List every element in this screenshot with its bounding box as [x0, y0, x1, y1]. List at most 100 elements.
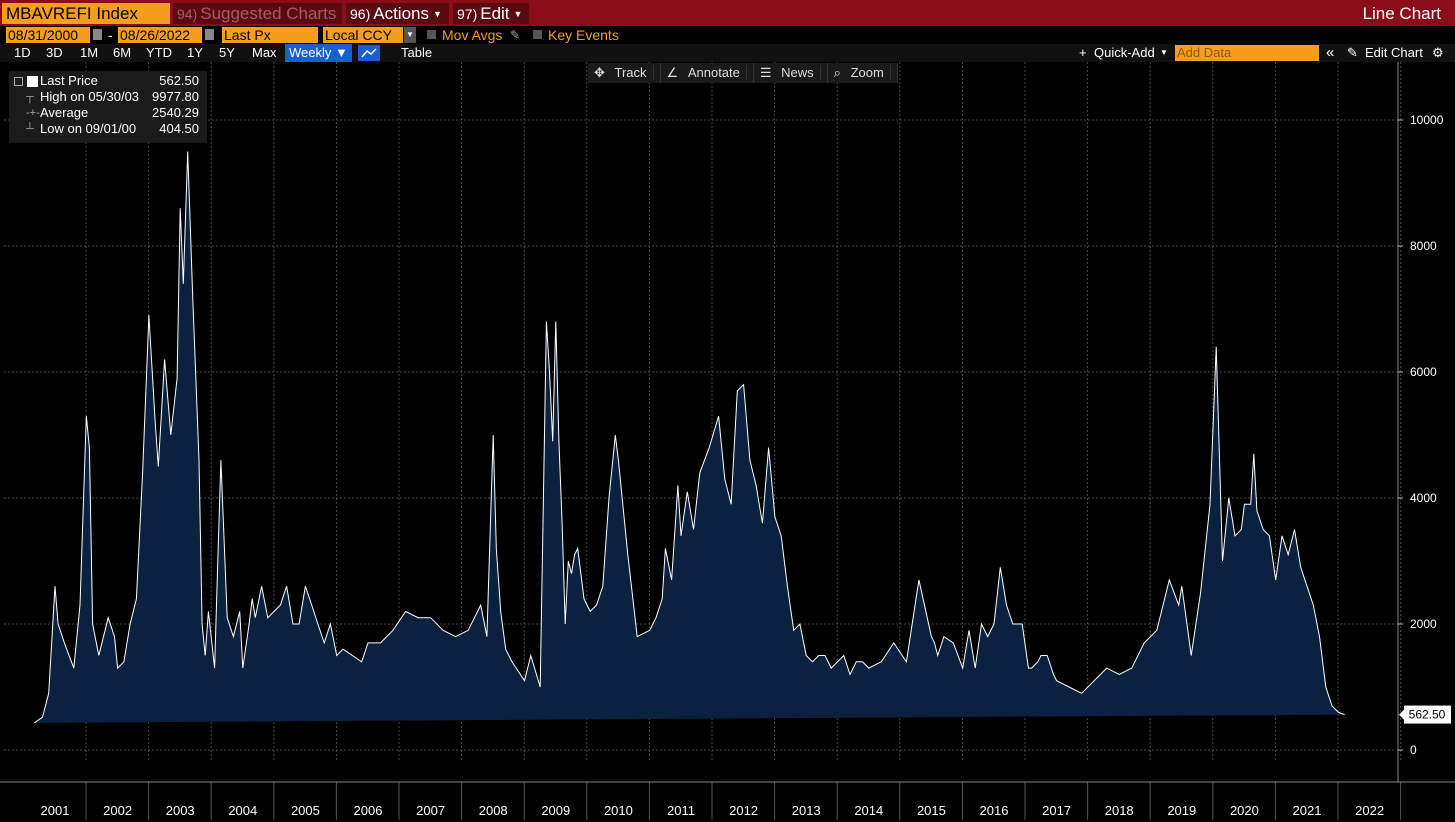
high-label: High on 05/30/03 [40, 89, 140, 104]
chevron-down-icon[interactable]: ▼ [404, 27, 416, 43]
range-row: 1D 3D 1M 6M YTD 1Y 5Y Max Weekly ▼ Table… [0, 44, 1455, 62]
x-tick-label: 2020 [1230, 803, 1259, 818]
high-value: 9977.80 [152, 89, 199, 104]
actions-number: 96) [350, 6, 371, 22]
last-price-label: Last Price [40, 73, 98, 88]
mov-avgs-checkbox[interactable] [427, 30, 436, 39]
last-value-pointer [1399, 709, 1404, 720]
range-ytd[interactable]: YTD [146, 44, 172, 62]
x-tick-label: 2009 [541, 803, 570, 818]
range-5y[interactable]: 5Y [219, 44, 235, 62]
x-tick-label: 2007 [416, 803, 445, 818]
zoom-label: Zoom [844, 65, 891, 80]
y-tick-label: 2000 [1410, 617, 1437, 631]
suggested-charts-number: 94) [177, 6, 198, 22]
x-axis: 2001 2002 2003 2004 2005 2006 2007 2008 2009 2010… [0, 781, 1455, 820]
chart-tools-bar: ✥ Track ∠ Annotate ☰ News ⌕ Zoom [588, 63, 898, 83]
x-tick-label: 2006 [354, 803, 383, 818]
annotate-button[interactable]: ∠ Annotate [661, 63, 754, 83]
edit-button[interactable]: 97) Edit ▼ [453, 3, 529, 24]
suggested-charts-button[interactable]: 94) Suggested Charts [173, 3, 342, 24]
range-6m[interactable]: 6M [113, 44, 131, 62]
x-tick-label: 2012 [729, 803, 758, 818]
average-marker-icon: -+- [26, 107, 40, 119]
y-axis: 0 2000 4000 6000 8000 10000 [1397, 62, 1444, 782]
news-button[interactable]: ☰ News [754, 63, 828, 83]
x-tick-label: 2001 [41, 803, 70, 818]
mov-avgs-label: Mov Avgs [442, 27, 503, 43]
plus-icon: + [1079, 45, 1087, 60]
collapse-icon[interactable] [14, 77, 23, 86]
key-events-checkbox[interactable] [533, 30, 542, 39]
last-price-value: 562.50 [159, 73, 199, 88]
currency-select[interactable]: Local CCY [323, 27, 403, 43]
track-button[interactable]: ✥ Track [588, 63, 661, 83]
top-toolbar: MBAVREFI Index 94) Suggested Charts 96) Ac… [0, 0, 1455, 26]
last-value-tag: 562.50 [1399, 705, 1451, 724]
y-tick-label: 4000 [1410, 491, 1437, 505]
chart-type-label: Line Chart [1362, 4, 1441, 23]
chevron-down-icon: ▼ [513, 9, 523, 20]
news-label: News [775, 65, 821, 80]
pencil-icon: ✎ [1347, 45, 1358, 60]
zoom-button[interactable]: ⌕ Zoom [828, 63, 898, 83]
parameters-row: 08/31/2000 - 08/26/2022 Last Px Local CC… [0, 26, 1455, 44]
average-value: 2540.29 [152, 105, 199, 120]
x-tick-label: 2011 [667, 803, 695, 818]
price-field-select[interactable]: Last Px [222, 27, 318, 43]
y-tick-label: 10000 [1410, 113, 1444, 127]
x-tick-label: 2003 [166, 803, 195, 818]
add-data-input[interactable]: Add Data [1175, 45, 1319, 61]
range-1y[interactable]: 1Y [187, 44, 203, 62]
x-tick-label: 2013 [792, 803, 821, 818]
x-tick-label: 2015 [917, 803, 946, 818]
chart-area[interactable]: 0200040006000800010000 2001 2002 2003 2004 2… [0, 62, 1455, 822]
x-tick-label: 2022 [1355, 803, 1384, 818]
start-date-field[interactable]: 08/31/2000 [6, 27, 90, 43]
x-tick-label: 2019 [1167, 803, 1196, 818]
range-1m[interactable]: 1M [80, 44, 98, 62]
y-tick-label: 8000 [1410, 239, 1437, 253]
date-separator: - [108, 27, 113, 43]
quick-add-button[interactable]: Quick-Add [1094, 44, 1155, 62]
frequency-select[interactable]: Weekly ▼ [285, 44, 352, 62]
ticker-field[interactable]: MBAVREFI Index [2, 3, 170, 24]
end-date-field[interactable]: 08/26/2022 [118, 27, 202, 43]
x-tick-label: 2017 [1042, 803, 1071, 818]
x-tick-label: 2008 [479, 803, 508, 818]
range-1d[interactable]: 1D [14, 44, 31, 62]
x-tick-label: 2021 [1293, 803, 1322, 818]
calendar-icon[interactable] [93, 29, 102, 40]
suggested-charts-label: Suggested Charts [200, 4, 337, 23]
x-tick-label: 2005 [291, 803, 320, 818]
track-label: Track [608, 65, 654, 80]
series-swatch [27, 76, 38, 87]
gear-icon[interactable]: ⚙ [1432, 44, 1444, 62]
low-label: Low on 09/01/00 [40, 121, 137, 136]
low-value: 404.50 [159, 121, 199, 136]
calendar-icon[interactable] [205, 29, 214, 40]
legend-last-price: Last Price 562.50 [9, 73, 207, 89]
range-3d[interactable]: 3D [46, 44, 63, 62]
pencil-icon[interactable]: ✎ [510, 28, 520, 42]
collapse-icon[interactable]: « [1326, 44, 1334, 62]
line-chart-icon[interactable] [358, 45, 380, 61]
edit-label: Edit [480, 4, 510, 23]
legend-average: -+- Average 2540.29 [9, 105, 207, 121]
x-tick-label: 2014 [854, 803, 883, 818]
edit-number: 97) [457, 6, 478, 22]
actions-button[interactable]: 96) Actions ▼ [346, 3, 449, 24]
table-button[interactable]: Table [401, 44, 432, 62]
x-tick-label: 2018 [1105, 803, 1134, 818]
range-max[interactable]: Max [252, 44, 277, 62]
legend-high: ┬ High on 05/30/03 9977.80 [9, 89, 207, 105]
x-tick-label: 2002 [103, 803, 132, 818]
annotate-label: Annotate [681, 65, 747, 80]
chevron-down-icon[interactable]: ▼ [1160, 44, 1168, 62]
y-tick-label: 0 [1410, 743, 1417, 757]
actions-label: Actions [373, 4, 429, 23]
average-label: Average [40, 105, 89, 120]
edit-chart-button[interactable]: Edit Chart [1365, 44, 1423, 62]
y-tick-label: 6000 [1410, 365, 1437, 379]
legend: Last Price 562.50 ┬ High on 05/30/03 997… [9, 71, 207, 143]
